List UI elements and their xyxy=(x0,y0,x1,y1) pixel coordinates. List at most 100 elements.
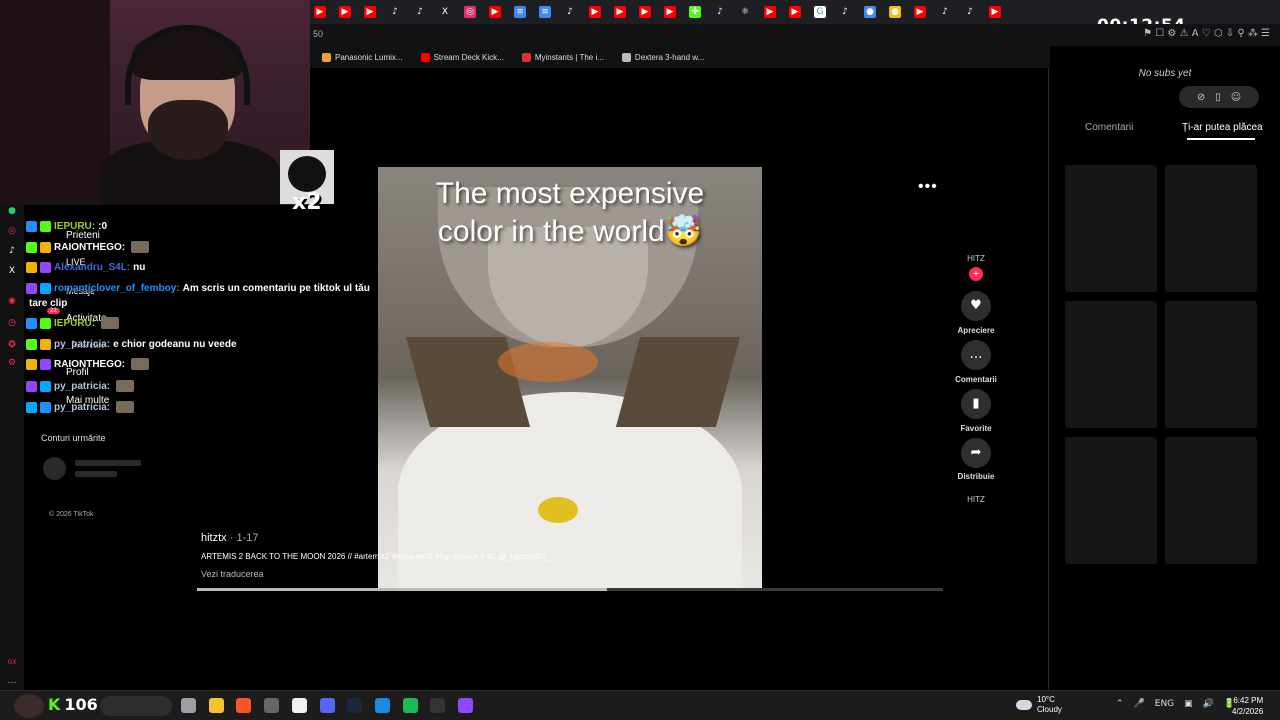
tiktok-icon[interactable]: ♪ xyxy=(939,6,951,18)
tiktok-icon[interactable]: ♪ xyxy=(414,6,426,18)
follow-button[interactable]: + xyxy=(969,267,983,281)
taskbar-app-icon[interactable] xyxy=(347,698,363,713)
taskbar-app-icon[interactable] xyxy=(208,698,224,713)
youtube-icon[interactable]: ▶ xyxy=(339,6,351,18)
youtube-icon[interactable]: ▶ xyxy=(364,6,376,18)
system-clock[interactable]: 6:42 PM 4/2/2026 xyxy=(1232,695,1263,717)
bookmark-label: Stream Deck Kick... xyxy=(433,52,504,62)
youtube-icon[interactable]: ▶ xyxy=(589,6,601,18)
tab-you-may-like[interactable]: Ți-ar putea plăcea xyxy=(1182,122,1263,133)
video-progress-fill xyxy=(197,588,608,591)
recommended-video-tile[interactable] xyxy=(1065,437,1157,564)
google-icon[interactable]: G xyxy=(814,6,826,18)
taskbar-app-icon[interactable] xyxy=(264,698,280,713)
webcam-person-beard xyxy=(148,100,228,160)
kick-viewer-counter: K 106 xyxy=(48,695,98,714)
comment-icon[interactable]: … xyxy=(961,340,991,370)
tiktok-icon[interactable]: ♪ xyxy=(714,6,726,18)
microphone-icon[interactable]: 🎤 xyxy=(1134,699,1145,709)
disable-icon[interactable]: ⊘ xyxy=(1197,92,1205,103)
phone-icon[interactable]: ▯ xyxy=(1215,92,1221,103)
tiktok-icon[interactable]: ♪ xyxy=(964,6,976,18)
youtube-icon[interactable]: ▶ xyxy=(639,6,651,18)
record-icon[interactable]: ◉ xyxy=(6,295,18,307)
recommended-video-tile[interactable] xyxy=(1065,165,1157,292)
youtube-icon[interactable]: ▶ xyxy=(989,6,1001,18)
taskbar-app-icon[interactable] xyxy=(319,698,335,713)
taskbar-app-icon[interactable] xyxy=(374,698,390,713)
youtube-icon[interactable]: ▶ xyxy=(314,6,326,18)
taskbar-app-icon[interactable] xyxy=(430,698,446,713)
recommended-video-tile[interactable] xyxy=(1165,437,1257,564)
like-icon[interactable]: ♥ xyxy=(961,291,991,321)
taskbar-search[interactable] xyxy=(100,696,172,716)
instagram-icon[interactable]: ◎ xyxy=(464,6,476,18)
more-options-icon[interactable]: ••• xyxy=(918,178,938,196)
chat-emote xyxy=(116,380,135,392)
language-indicator[interactable]: ENG xyxy=(1155,699,1174,709)
docs-icon[interactable]: ≡ xyxy=(539,6,551,18)
alert-multiplier: x2 xyxy=(292,190,322,215)
address-text[interactable]: 50 xyxy=(313,29,323,39)
see-translation-link[interactable]: Vezi traducerea xyxy=(201,569,264,579)
bookmark-item[interactable]: Panasonic Lumix... xyxy=(322,52,403,62)
game-icon[interactable]: ✚ xyxy=(689,6,701,18)
youtube-icon[interactable]: ▶ xyxy=(764,6,776,18)
comment-label: Comentarii xyxy=(955,375,997,384)
chevron-up-icon[interactable]: ⌃ xyxy=(1116,699,1124,709)
chat-emote xyxy=(116,401,135,413)
followed-account-name-placeholder xyxy=(75,460,141,466)
gx-icon[interactable]: GX xyxy=(6,657,18,669)
creator-handle-secondary[interactable]: HITZ xyxy=(952,495,1000,504)
chrome-icon[interactable]: ● xyxy=(889,6,901,18)
youtube-icon[interactable]: ▶ xyxy=(914,6,926,18)
video-progress-bar[interactable] xyxy=(197,588,943,591)
chat-badge-icon xyxy=(40,283,51,294)
tiktok-icon[interactable]: ♪ xyxy=(6,245,18,257)
youtube-icon[interactable]: ▶ xyxy=(664,6,676,18)
bookmark-item[interactable]: Dextera 3-hand w... xyxy=(621,52,704,62)
bookmark-item[interactable]: Stream Deck Kick... xyxy=(420,52,504,62)
docs-icon[interactable]: ≡ xyxy=(514,6,526,18)
taskbar-app-icon[interactable] xyxy=(402,698,418,713)
toolbar-extension-icons[interactable]: ⚑ ☐ ⚙ ⚠ A ♡ ⬡ ⇩ ⚲ ⁂ ☰ xyxy=(1143,28,1270,39)
taskbar-app-icon[interactable] xyxy=(291,698,307,713)
recommended-video-tile[interactable] xyxy=(1065,301,1157,428)
creator-handle[interactable]: HITZ xyxy=(952,254,1000,263)
avatar[interactable]: ☺ xyxy=(1231,92,1241,103)
gear-icon[interactable]: ⚙ xyxy=(6,357,18,369)
game-icon[interactable]: ✪ xyxy=(6,339,18,351)
monitor-icon[interactable]: ▣ xyxy=(1184,699,1193,709)
chrome-icon[interactable]: ● xyxy=(864,6,876,18)
youtube-icon[interactable]: ▶ xyxy=(789,6,801,18)
whatsapp-icon[interactable]: ● xyxy=(6,205,18,217)
recommended-video-tile[interactable] xyxy=(1165,301,1257,428)
x-icon[interactable]: X xyxy=(6,265,18,277)
share-icon[interactable]: ➦ xyxy=(961,438,991,468)
taskbar-app-icon[interactable] xyxy=(181,698,196,713)
bookmark-icon[interactable]: ▮ xyxy=(961,389,991,419)
taskbar-app-icon[interactable] xyxy=(236,698,252,713)
video-author[interactable]: hitztx xyxy=(201,532,227,544)
youtube-icon[interactable]: ▶ xyxy=(489,6,501,18)
instagram-icon[interactable]: ◎ xyxy=(6,225,18,237)
like-label: Apreciere xyxy=(957,326,995,335)
x-icon[interactable]: X xyxy=(439,6,451,18)
clock-icon[interactable]: ◷ xyxy=(6,317,18,329)
tiktok-icon[interactable]: ♪ xyxy=(389,6,401,18)
taskbar-app-icon[interactable] xyxy=(458,698,473,713)
volume-icon[interactable]: 🔊 xyxy=(1203,699,1214,709)
chat-username: py_patricia: xyxy=(54,401,111,413)
chat-message: IEPURU: xyxy=(26,317,120,329)
chat-badge-icon xyxy=(26,241,37,253)
app-icon[interactable]: ⚛ xyxy=(739,6,751,18)
weather-widget[interactable]: 10°C Cloudy xyxy=(1016,695,1062,715)
tiktok-icon[interactable]: ♪ xyxy=(564,6,576,18)
tiktok-icon[interactable]: ♪ xyxy=(839,6,851,18)
youtube-icon[interactable]: ▶ xyxy=(614,6,626,18)
video-player[interactable]: The most expensive color in the world🤯 xyxy=(378,167,762,588)
tab-comments[interactable]: Comentarii xyxy=(1085,122,1133,133)
bookmark-item[interactable]: Myinstants | The i... xyxy=(521,52,604,62)
recommended-video-tile[interactable] xyxy=(1165,165,1257,292)
more-icon[interactable]: … xyxy=(6,675,18,687)
